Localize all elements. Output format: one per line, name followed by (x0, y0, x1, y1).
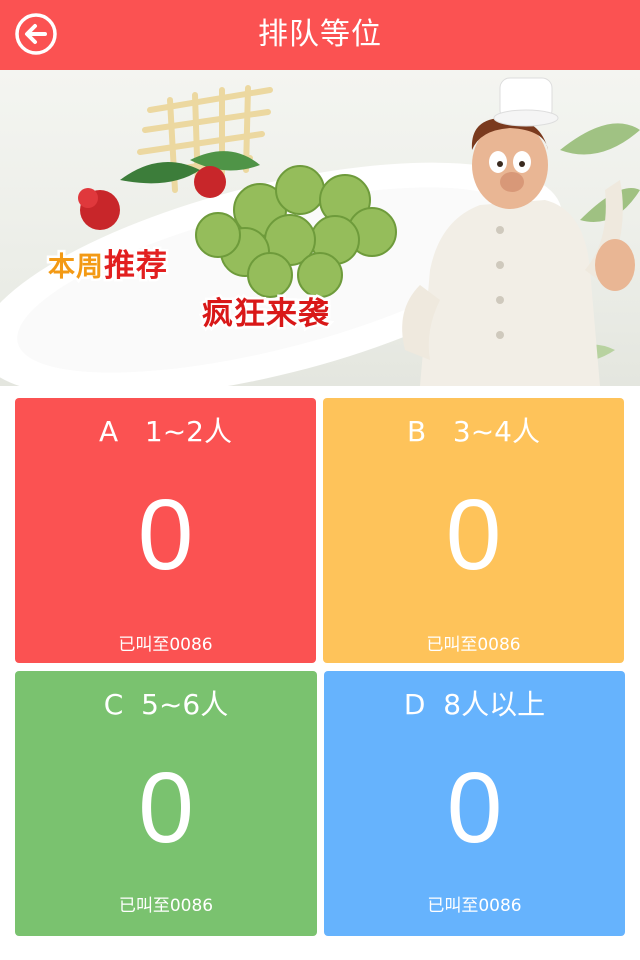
queue-size: 1~2人 (144, 415, 232, 448)
queue-label: A 1~2人 (15, 410, 316, 450)
queue-card-a[interactable]: A 1~2人 0 已叫至0086 (15, 398, 316, 663)
queue-letter: D (403, 688, 426, 721)
queue-waiting-count: 0 (445, 479, 502, 591)
queue-card-c[interactable]: C 5~6人 0 已叫至0086 (15, 671, 317, 936)
queue-label: B 3~4人 (323, 410, 624, 450)
page-title: 排队等位 (258, 17, 382, 52)
queue-called-number: 已叫至0086 (118, 896, 214, 916)
top-nav-bar: 排队等位 (0, 0, 640, 70)
queue-label: C 5~6人 (15, 683, 317, 723)
queue-called-number: 已叫至0086 (118, 635, 213, 655)
queue-waiting-count: 0 (446, 752, 503, 864)
promo-text-line1: 本周推荐 (46, 240, 170, 287)
queue-waiting-count: 0 (137, 479, 194, 591)
queue-size: 8人以上 (443, 688, 546, 721)
promo-text-recommend: 推荐 (102, 246, 170, 287)
queue-letter: A (99, 415, 119, 448)
herb-garnish (120, 151, 260, 184)
queue-called-number: 已叫至0086 (427, 896, 522, 916)
queue-card-b[interactable]: B 3~4人 0 已叫至0086 (323, 398, 624, 663)
queue-letter: B (406, 415, 427, 448)
promo-text-line2: 疯狂来袭 (200, 294, 332, 335)
queue-size: 3~4人 (452, 415, 540, 448)
promo-text-week: 本周 (46, 250, 106, 286)
queue-size: 5~6人 (141, 688, 229, 721)
queue-card-d[interactable]: D 8人以上 0 已叫至0086 (324, 671, 625, 936)
banner-illustration (0, 77, 640, 386)
queue-label: D 8人以上 (324, 683, 625, 723)
promo-banner[interactable]: 本周推荐 疯狂来袭 (0, 70, 640, 386)
queue-called-number: 已叫至0086 (426, 635, 521, 655)
queue-letter: C (103, 688, 124, 721)
queue-grid: A 1~2人 0 已叫至0086 B 3~4人 0 已叫至0086 C 5~6人… (0, 386, 640, 960)
queue-waiting-count: 0 (138, 752, 194, 864)
